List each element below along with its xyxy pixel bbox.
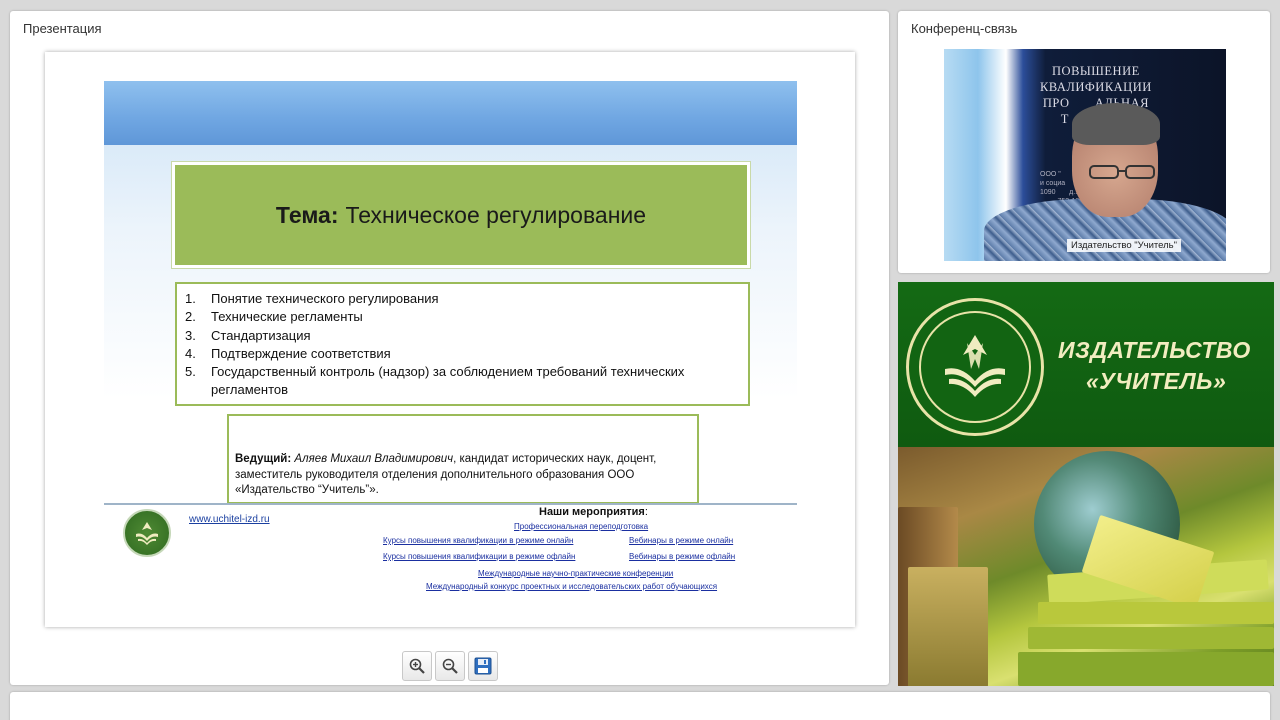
webcam-video[interactable]: ПОВЫШЕНИЕ КВАЛИФИКАЦИИ ПРО АЛЬНАЯ Т ОВКА… — [944, 49, 1226, 261]
list-item-text: Подтверждение соответствия — [211, 345, 391, 361]
slide-title-box: Тема: Техническое регулирование — [172, 162, 750, 268]
conference-panel-title: Конференц-связь — [911, 21, 1018, 36]
video-caption: Издательство "Учитель" — [1067, 239, 1182, 252]
list-item-number: 2. — [185, 309, 196, 325]
publisher-logo-icon — [123, 509, 171, 557]
event-link-courses-offline[interactable]: Курсы повышения квалификации в режиме оф… — [383, 552, 575, 561]
banner-logo-ring — [919, 311, 1031, 423]
zoom-out-button[interactable] — [435, 651, 465, 681]
publisher-banner: ИЗДАТЕЛЬСТВО «УЧИТЕЛЬ» — [898, 282, 1274, 686]
video-bg-line: ПОВЫШЕНИЕ — [1052, 64, 1140, 78]
banner-publisher-name-line2: «УЧИТЕЛЬ» — [1086, 368, 1227, 394]
presenter-name: Аляев Михаил Владимирович — [294, 453, 454, 465]
book-image — [1018, 652, 1274, 686]
list-item: 1. Понятие технического регулирования — [185, 290, 740, 308]
presentation-panel: Презентация Тема: Техническое регулирова… — [10, 11, 889, 685]
list-item-text: Стандартизация — [211, 327, 311, 343]
video-bg-line: КВАЛИФИКАЦИИ — [1040, 80, 1152, 94]
event-link-webinars-offline[interactable]: Вебинары в режиме офлайн — [629, 552, 735, 561]
event-link-contest[interactable]: Международный конкурс проектных и исслед… — [426, 582, 717, 591]
zoom-in-icon — [409, 658, 425, 674]
speaker-hair — [1072, 103, 1160, 145]
book-leaf-icon — [136, 522, 158, 545]
list-item-text: Понятие технического регулирования — [211, 291, 439, 306]
presentation-slide: Тема: Техническое регулирование 1. Поняти… — [45, 52, 855, 627]
book-image — [1028, 627, 1274, 649]
slide-title-text: Техническое регулирование — [345, 201, 647, 228]
list-item-number: 3. — [185, 327, 196, 343]
bottom-panel — [10, 692, 1270, 720]
book-stack-image — [908, 567, 988, 686]
zoom-out-icon — [442, 658, 458, 674]
banner-publisher-name-line1: ИЗДАТЕЛЬСТВО — [1058, 337, 1251, 363]
slide-topic-list: 1. Понятие технического регулирования 2. Т… — [175, 282, 750, 406]
slide-footer-divider — [104, 503, 797, 505]
book-leaf-icon — [945, 335, 1005, 397]
publisher-website-link[interactable]: www.uchitel-izd.ru — [189, 514, 270, 525]
event-link-courses-online[interactable]: Курсы повышения квалификации в режиме он… — [383, 536, 573, 545]
events-heading: Наши мероприятия: — [539, 506, 648, 518]
list-item: 5. Государственный контроль (надзор) за с… — [185, 363, 740, 400]
presentation-panel-title: Презентация — [23, 21, 102, 36]
slide-title-label: Тема: — [275, 201, 339, 228]
event-link-webinars-online[interactable]: Вебинары в режиме онлайн — [629, 536, 733, 545]
list-item-number: 5. — [185, 364, 196, 380]
book-image — [1038, 602, 1274, 624]
presenter-label: Ведущий: — [235, 453, 292, 465]
list-item-text: Государственный контроль (надзор) за соб… — [211, 364, 685, 398]
event-link-retraining[interactable]: Профессиональная переподготовка — [514, 522, 648, 531]
event-link-conferences[interactable]: Международные научно-практические конфер… — [478, 569, 673, 578]
events-heading-colon: : — [644, 506, 648, 518]
banner-header: ИЗДАТЕЛЬСТВО «УЧИТЕЛЬ» — [898, 282, 1274, 447]
presenter-info-box: Ведущий: Аляев Михаил Владимирович, канд… — [227, 414, 699, 504]
banner-books-image — [898, 447, 1274, 686]
list-item: 2. Технические регламенты — [185, 308, 740, 326]
banner-logo-icon — [906, 298, 1044, 436]
list-item-text: Технические регламенты — [211, 309, 363, 325]
glasses-icon — [1089, 165, 1155, 179]
zoom-in-button[interactable] — [402, 651, 432, 681]
save-button[interactable] — [468, 651, 498, 681]
events-heading-text: Наши мероприятия — [539, 506, 645, 518]
list-item: 3. Стандартизация — [185, 327, 740, 345]
conference-panel: Конференц-связь ПОВЫШЕНИЕ КВАЛИФИКАЦИИ П… — [898, 11, 1270, 273]
list-item: 4. Подтверждение соответствия — [185, 345, 740, 363]
list-item-number: 1. — [185, 291, 196, 306]
list-item-number: 4. — [185, 345, 196, 361]
save-icon — [474, 657, 492, 675]
